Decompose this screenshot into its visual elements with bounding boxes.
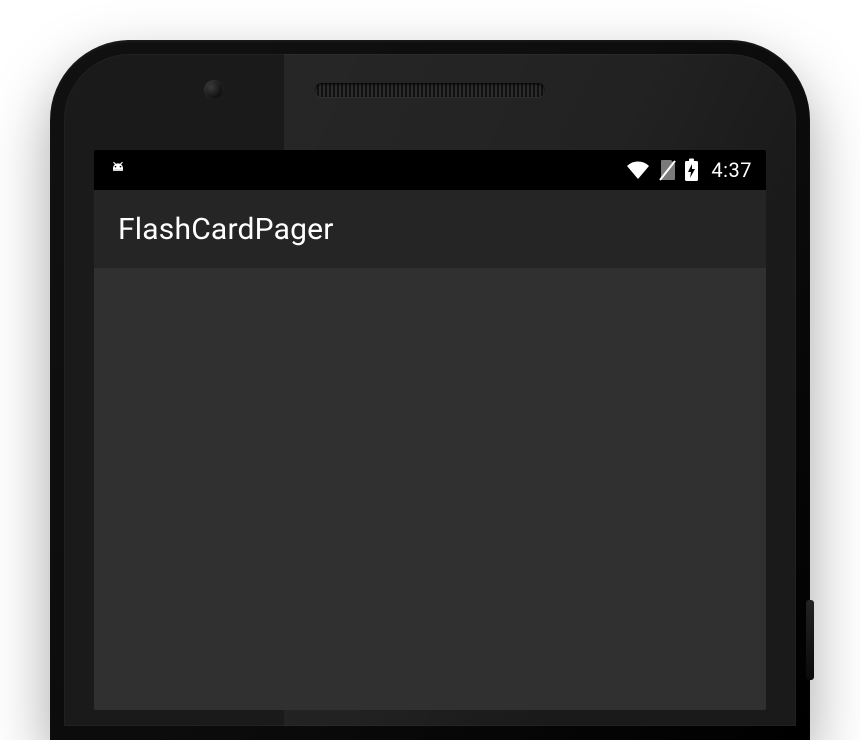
- content-area[interactable]: [94, 268, 766, 710]
- android-debug-icon: [108, 160, 128, 180]
- action-bar: FlashCardPager: [94, 190, 766, 268]
- app-title: FlashCardPager: [118, 212, 334, 247]
- sensor-row: [64, 72, 796, 108]
- earpiece-speaker: [315, 83, 545, 97]
- status-bar-clock: 4:37: [711, 158, 752, 182]
- wifi-icon: [626, 160, 650, 180]
- power-button: [806, 600, 814, 680]
- status-bar: 4:37: [94, 150, 766, 190]
- no-sim-icon: [658, 159, 676, 181]
- status-bar-left: [108, 160, 128, 180]
- battery-charging-icon: [684, 158, 699, 182]
- device-bezel: 4:37 FlashCardPager: [64, 54, 796, 726]
- device-frame: 4:37 FlashCardPager: [50, 40, 810, 740]
- front-camera: [204, 80, 224, 100]
- screen: 4:37 FlashCardPager: [94, 150, 766, 710]
- status-bar-right: 4:37: [626, 158, 752, 182]
